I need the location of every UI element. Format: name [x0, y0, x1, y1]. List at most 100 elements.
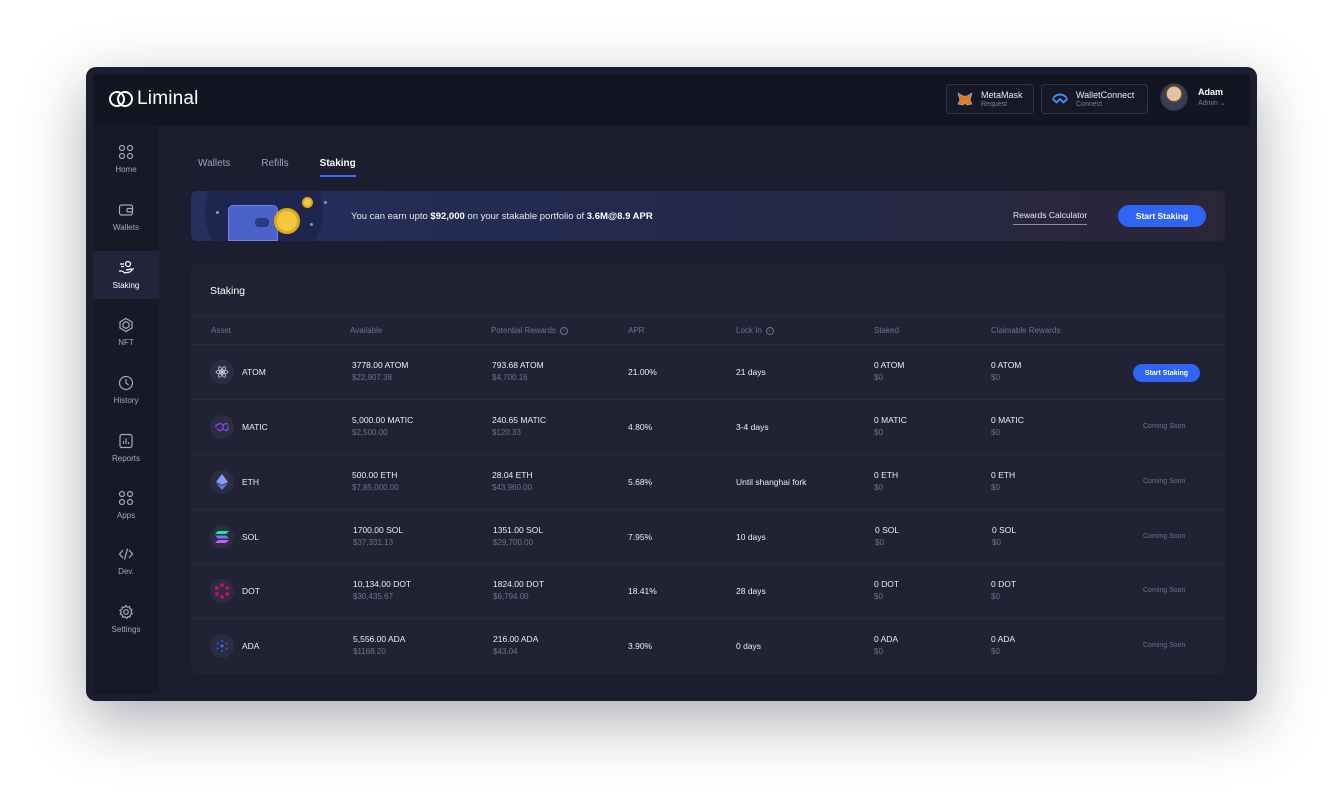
rewards-usd: $4,700.16: [492, 373, 528, 382]
asset-name: ETH: [242, 477, 259, 487]
tab-refills[interactable]: Refills: [261, 158, 288, 177]
claimable-amount: 0 DOT: [991, 579, 1017, 589]
column-label: Asset: [211, 326, 232, 335]
tab-staking[interactable]: Staking: [319, 158, 356, 177]
lock-in-value: 3-4 days: [736, 422, 769, 432]
column-label: APR: [628, 326, 645, 335]
sidebar-item-settings[interactable]: Settings: [93, 595, 159, 643]
info-icon[interactable]: i: [765, 326, 774, 335]
walletconnect-subtitle: Connect: [1076, 101, 1103, 108]
chevron-down-icon: ⌄: [1219, 100, 1226, 107]
staked-cell: 0 DOT $0: [874, 579, 899, 601]
apr-value: 4.80%: [628, 422, 653, 432]
metamask-button[interactable]: MetaMask Request: [946, 84, 1034, 114]
app-logo[interactable]: Liminal: [109, 88, 199, 110]
rewards-calculator-link[interactable]: Rewards Calculator: [1013, 210, 1088, 225]
claimable-cell: 0 ATOM $0: [991, 360, 1021, 382]
banner-message: You can earn upto $92,000 on your stakab…: [351, 211, 653, 222]
nft-icon: [119, 317, 133, 333]
column-header-claimable-rewards: Claimable Rewards: [991, 326, 1060, 335]
column-label: Staked: [874, 326, 899, 335]
claimable-cell: 0 ETH $0: [991, 470, 1015, 492]
available-amount: 5,556.00 ADA: [353, 634, 406, 644]
lock-in-value: Until shanghai fork: [736, 477, 807, 487]
sidebar-item-label: Settings: [111, 625, 141, 634]
sidebar-item-reports[interactable]: Reports: [93, 424, 159, 472]
sidebar-item-history[interactable]: History: [93, 366, 159, 414]
walletconnect-icon: [1052, 92, 1068, 106]
gear-icon: [119, 604, 134, 620]
available-amount: 10,134.00 DOT: [353, 579, 412, 589]
available-cell: 10,134.00 DOT $30,435.67: [353, 579, 411, 601]
claimable-usd: $0: [991, 647, 1000, 656]
staked-amount: 0 ETH: [874, 470, 899, 480]
start-staking-button[interactable]: Start Staking: [1118, 205, 1206, 227]
table-row: MATIC 5,000.00 MATIC $2,500.00 240.65 MAT…: [191, 400, 1225, 455]
coin-illustration-icon: [274, 208, 300, 234]
claimable-amount: 0 ADA: [991, 634, 1016, 644]
table-header: Asset Available Potential Rewards i APR L…: [191, 315, 1225, 345]
staked-cell: 0 MATIC $0: [874, 415, 907, 437]
table-row: ETH 500.00 ETH $7,85,000.00 28.04 ETH $43,…: [191, 455, 1225, 510]
sidebar-item-home[interactable]: Home: [93, 135, 159, 183]
staking-table-card: Staking Asset Available Potential Reward…: [191, 264, 1225, 674]
tab-bar: Wallets Refills Staking: [198, 158, 356, 177]
staking-banner: You can earn upto $92,000 on your stakab…: [191, 191, 1225, 241]
user-name: Adam: [1198, 87, 1224, 97]
claimable-cell: 0 DOT $0: [991, 579, 1016, 601]
walletconnect-button[interactable]: WalletConnect Connect: [1041, 84, 1148, 114]
sidebar-item-nft[interactable]: NFT: [93, 308, 159, 356]
sidebar-item-label: Home: [115, 165, 137, 174]
rewards-cell: 1351.00 SOL $29,700.00: [493, 525, 543, 547]
user-menu[interactable]: Adam Admin ⌄: [1160, 83, 1226, 111]
available-usd: $22,907.38: [352, 373, 393, 382]
top-bar: Liminal MetaMask Request WalletConnect C…: [93, 74, 1250, 126]
home-icon: [118, 144, 134, 160]
staked-usd: $0: [874, 647, 883, 656]
available-usd: $1168.20: [353, 647, 386, 656]
sidebar-item-label: Reports: [111, 454, 140, 463]
sidebar-item-dev[interactable]: Dev.: [93, 537, 159, 585]
tab-wallets[interactable]: Wallets: [198, 158, 230, 177]
staked-amount: 0 MATIC: [874, 415, 907, 425]
sidebar-item-label: Apps: [116, 511, 136, 520]
card-title: Staking: [210, 285, 246, 297]
claimable-usd: $0: [991, 373, 1000, 382]
claimable-usd: $0: [991, 592, 1000, 601]
sidebar-item-label: Staking: [112, 281, 140, 290]
row-start-staking-button[interactable]: Start Staking: [1133, 364, 1200, 382]
available-cell: 1700.00 SOL $37,331.13: [353, 525, 403, 547]
avatar: [1160, 83, 1188, 111]
table-row: ATOM 3778.00 ATOM $22,907.38 793.68 ATOM $…: [191, 345, 1225, 400]
staked-cell: 0 ETH $0: [874, 470, 898, 492]
staked-usd: $0: [874, 428, 883, 437]
claimable-amount: 0 SOL: [992, 525, 1017, 535]
eth-coin-icon: [210, 470, 234, 494]
available-amount: 1700.00 SOL: [353, 525, 404, 535]
staked-cell: 0 SOL $0: [875, 525, 899, 547]
column-header-available: Available: [350, 326, 382, 335]
sidebar-item-apps[interactable]: Apps: [93, 481, 159, 529]
available-cell: 500.00 ETH $7,85,000.00: [352, 470, 399, 492]
column-header-staked: Staked: [874, 326, 899, 335]
sidebar-item-label: Dev.: [118, 567, 134, 576]
rewards-cell: 28.04 ETH $43,960.00: [492, 470, 533, 492]
column-label: Lock In: [736, 326, 762, 335]
asset-name: MATIC: [242, 422, 268, 432]
sidebar-item-staking[interactable]: Staking: [93, 251, 159, 299]
info-icon[interactable]: i: [559, 326, 568, 335]
claimable-usd: $0: [991, 483, 1000, 492]
staked-usd: $0: [874, 483, 883, 492]
available-usd: $7,85,000.00: [352, 483, 399, 492]
rewards-amount: 240.65 MATIC: [492, 415, 547, 425]
sol-coin-icon: [210, 525, 234, 549]
ada-coin-icon: [210, 634, 234, 658]
sidebar-item-wallets[interactable]: Wallets: [93, 193, 159, 241]
claimable-cell: 0 MATIC $0: [991, 415, 1024, 437]
available-usd: $30,435.67: [353, 592, 394, 601]
staked-usd: $0: [874, 373, 883, 382]
sidebar-item-label: History: [113, 396, 139, 405]
apr-value: 7.95%: [628, 532, 653, 542]
column-header-asset: Asset: [211, 326, 231, 335]
claimable-cell: 0 SOL $0: [992, 525, 1016, 547]
